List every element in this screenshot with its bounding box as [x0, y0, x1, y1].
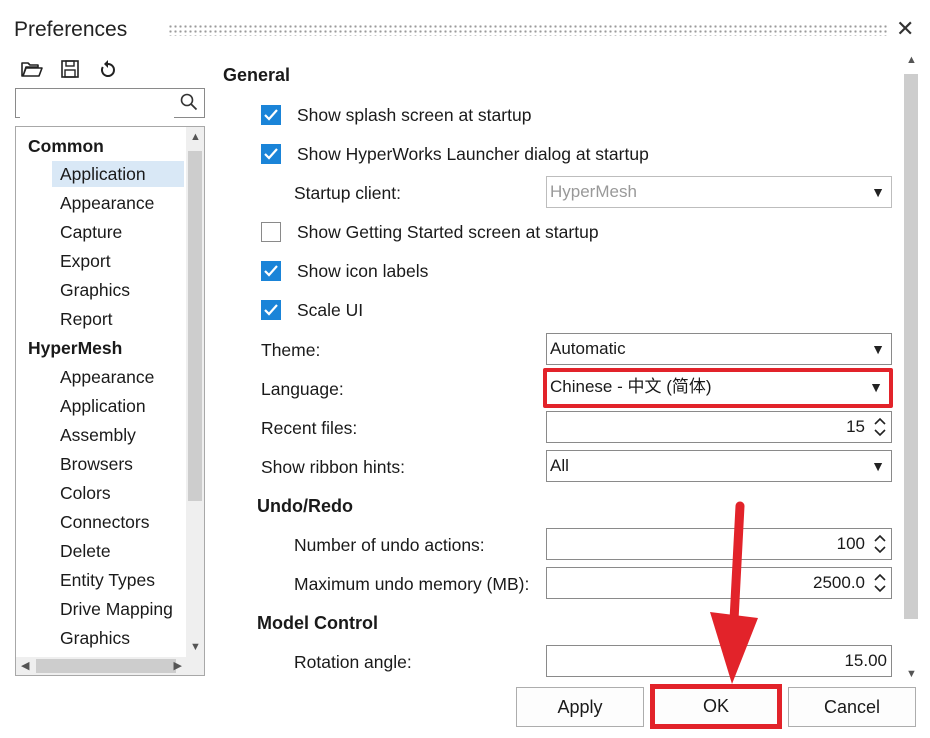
scale-ui-checkbox[interactable]	[261, 300, 281, 320]
tree-item-hm-browsers[interactable]: Browsers	[60, 451, 133, 477]
rotation-angle-label: Rotation angle:	[294, 652, 412, 672]
chevron-down-icon: ▼	[871, 341, 885, 357]
section-general-heading: General	[223, 65, 291, 85]
language-value: Chinese - 中文 (简体)	[550, 377, 712, 396]
startup-client-dropdown[interactable]: HyperMesh ▼	[546, 176, 892, 208]
tree-item-common-report[interactable]: Report	[60, 306, 113, 332]
tree-item-common-export[interactable]: Export	[60, 248, 111, 274]
tree-item-common-appearance[interactable]: Appearance	[60, 190, 154, 216]
preferences-tree: Common Application Appearance Capture Ex…	[15, 126, 205, 676]
language-label: Language:	[261, 379, 344, 399]
settings-scroll-thumb[interactable]	[904, 74, 918, 619]
open-folder-icon[interactable]	[20, 57, 44, 81]
getting-started-label: Show Getting Started screen at startup	[297, 222, 599, 242]
scroll-right-icon[interactable]: ▶	[174, 659, 182, 672]
theme-dropdown[interactable]: Automatic ▼	[546, 333, 892, 365]
tree-vertical-scrollbar[interactable]: ▲ ▼	[186, 127, 204, 657]
tree-group-hypermesh[interactable]: HyperMesh	[28, 335, 122, 361]
rotation-angle-value: 15.00	[844, 651, 887, 670]
scroll-down-icon[interactable]: ▼	[906, 668, 917, 680]
tree-item-hm-entity-types[interactable]: Entity Types	[60, 567, 155, 593]
ribbon-hints-value: All	[550, 456, 569, 475]
scroll-up-icon[interactable]: ▲	[906, 54, 917, 66]
theme-value: Automatic	[550, 339, 626, 358]
recent-files-value: 15	[846, 417, 865, 436]
tree-item-common-application[interactable]: Application	[52, 161, 184, 187]
tree-hscroll-thumb[interactable]	[36, 659, 176, 673]
tree-item-hm-delete[interactable]: Delete	[60, 538, 111, 564]
splash-checkbox[interactable]	[261, 105, 281, 125]
recent-files-label: Recent files:	[261, 418, 358, 438]
tree-item-hm-application[interactable]: Application	[60, 393, 146, 419]
tree-item-hm-drive-mapping[interactable]: Drive Mapping	[60, 596, 173, 622]
tree-item-common-graphics[interactable]: Graphics	[60, 277, 130, 303]
ribbon-hints-dropdown[interactable]: All ▼	[546, 450, 892, 482]
chevron-down-icon: ▼	[871, 184, 885, 200]
save-icon[interactable]	[58, 57, 82, 81]
tree-item-hm-appearance[interactable]: Appearance	[60, 364, 154, 390]
launcher-checkbox[interactable]	[261, 144, 281, 164]
annotation-arrow-icon	[710, 501, 758, 684]
undo-actions-value: 100	[836, 534, 865, 553]
scroll-up-icon[interactable]: ▲	[190, 131, 201, 143]
icon-labels-checkbox[interactable]	[261, 261, 281, 281]
spin-arrows-icon[interactable]	[873, 416, 887, 448]
window-title: Preferences	[14, 18, 128, 41]
getting-started-checkbox[interactable]	[261, 222, 281, 242]
ribbon-hints-label: Show ribbon hints:	[261, 457, 405, 477]
ok-button[interactable]: OK	[650, 684, 782, 729]
undo-memory-label: Maximum undo memory (MB):	[294, 574, 530, 594]
startup-client-value: HyperMesh	[550, 182, 637, 201]
tree-item-common-capture[interactable]: Capture	[60, 219, 122, 245]
tree-horizontal-scrollbar[interactable]: ◀ ▶	[16, 657, 204, 675]
language-dropdown[interactable]: Chinese - 中文 (简体) ▼	[543, 368, 893, 408]
tree-item-hm-connectors[interactable]: Connectors	[60, 509, 150, 535]
tree-group-common[interactable]: Common	[28, 133, 104, 159]
close-icon[interactable]: ✕	[896, 16, 914, 42]
tree-item-hm-graphics[interactable]: Graphics	[60, 625, 130, 651]
spin-arrows-icon[interactable]	[873, 533, 887, 565]
section-undo-heading: Undo/Redo	[257, 496, 353, 516]
title-drag-handle[interactable]	[168, 24, 888, 36]
scale-ui-label: Scale UI	[297, 300, 364, 320]
theme-label: Theme:	[261, 340, 321, 360]
scroll-left-icon[interactable]: ◀	[21, 659, 29, 672]
recent-files-spinbox[interactable]: 15	[546, 411, 892, 443]
tree-item-hm-colors[interactable]: Colors	[60, 480, 111, 506]
cancel-button[interactable]: Cancel	[788, 687, 916, 727]
tree-scroll-thumb[interactable]	[188, 151, 202, 501]
undo-actions-label: Number of undo actions:	[294, 535, 485, 555]
scroll-down-icon[interactable]: ▼	[190, 641, 201, 653]
spin-arrows-icon[interactable]	[873, 572, 887, 604]
splash-label: Show splash screen at startup	[297, 105, 532, 125]
section-model-control-heading: Model Control	[257, 613, 378, 633]
search-input[interactable]	[20, 90, 174, 118]
launcher-label: Show HyperWorks Launcher dialog at start…	[297, 144, 649, 164]
search-icon[interactable]	[180, 93, 198, 116]
chevron-down-icon: ▼	[869, 379, 883, 395]
search-box[interactable]	[15, 88, 205, 118]
startup-client-label: Startup client:	[294, 183, 401, 203]
reset-icon[interactable]	[96, 57, 120, 81]
undo-memory-value: 2500.0	[813, 573, 865, 592]
apply-button[interactable]: Apply	[516, 687, 644, 727]
icon-labels-label: Show icon labels	[297, 261, 429, 281]
tree-item-hm-assembly[interactable]: Assembly	[60, 422, 136, 448]
settings-vertical-scrollbar[interactable]: ▲ ▼	[902, 50, 920, 680]
chevron-down-icon: ▼	[871, 458, 885, 474]
